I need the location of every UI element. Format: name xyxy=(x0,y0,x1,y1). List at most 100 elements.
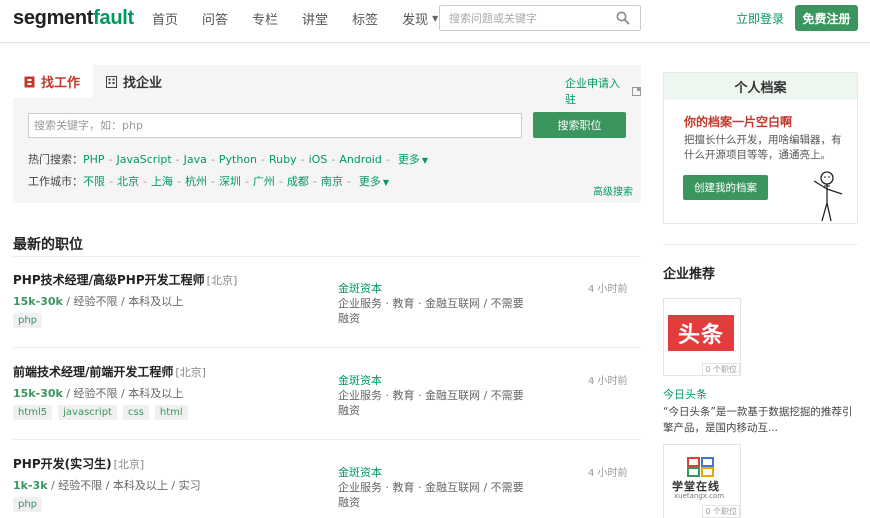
nav-discover[interactable]: 发现 ▼ xyxy=(402,0,438,36)
register-button[interactable]: 免费注册 xyxy=(795,5,858,31)
company-job-count: 0 个职位 xyxy=(702,363,740,376)
city-option-hangzhou[interactable]: 杭州 xyxy=(185,173,207,189)
hot-option-php[interactable]: PHP xyxy=(83,153,105,166)
nav-discover-label: 发现 xyxy=(402,12,429,28)
search-input[interactable] xyxy=(449,11,640,25)
profile-header: 个人档案 xyxy=(664,73,857,100)
hot-option-ruby[interactable]: Ruby xyxy=(269,153,297,166)
toutiao-logo: 头条 xyxy=(668,315,734,351)
hot-option-android[interactable]: Android xyxy=(339,153,382,166)
job-salary: 15k-30k xyxy=(13,295,63,308)
profile-card: 个人档案 你的档案一片空白啊 把擅长什么开发，用啥编辑器，有什么开源项目等等，通… xyxy=(663,72,858,224)
city-option-any[interactable]: 不限 xyxy=(83,173,105,189)
job-listing[interactable]: PHP开发(实习生) [北京] 1k-3k / 经验不限 / 本科及以上 / 实习… xyxy=(13,440,641,518)
city-more-toggle[interactable]: 更多 ▼ xyxy=(359,173,389,189)
job-tag[interactable]: html5 xyxy=(13,405,53,420)
job-industry: 企业服务 · 教育 · 金融互联网 / 不需要融资 xyxy=(338,481,524,509)
job-tag[interactable]: css xyxy=(122,405,149,420)
section-divider xyxy=(663,244,858,245)
latest-jobs-title: 最新的职位 xyxy=(13,237,83,253)
company-name[interactable]: 今日头条 xyxy=(663,386,707,402)
job-industry: 企业服务 · 教育 · 金融互联网 / 不需要融资 xyxy=(338,389,524,417)
nav-home[interactable]: 首页 xyxy=(152,0,178,36)
search-icon[interactable] xyxy=(616,11,630,25)
tab-find-job-label: 找工作 xyxy=(41,76,81,91)
tab-find-company-label: 找企业 xyxy=(123,76,163,91)
city-option-chengdu[interactable]: 成都 xyxy=(287,173,309,189)
job-keyword-input[interactable] xyxy=(28,113,522,138)
building-icon xyxy=(106,75,118,88)
top-navbar: segmentfault 首页 问答 专栏 讲堂 标签 发现▼ 立即登录 免费注… xyxy=(0,0,870,43)
city-filter-row: 工作城市： 不限 - 北京 - 上海 - 杭州 - 深圳 - 广州 - 成都 - 南京 - 更多… xyxy=(28,173,390,189)
job-requirements: / 经验不限 / 本科及以上 xyxy=(62,387,184,400)
job-tags: html5 javascript css html xyxy=(13,405,188,420)
xuetang-logo-mark xyxy=(687,457,714,477)
job-company[interactable]: 金斑资本 xyxy=(338,372,382,388)
hot-search-label: 热门搜索： xyxy=(28,153,83,166)
hot-option-javascript[interactable]: JavaScript xyxy=(117,153,172,166)
city-label: 工作城市： xyxy=(28,175,83,188)
site-logo[interactable]: segmentfault xyxy=(13,7,134,30)
nav-questions[interactable]: 问答 xyxy=(202,0,228,36)
job-location: [北京] xyxy=(206,274,238,287)
job-requirements: / 经验不限 / 本科及以上 / 实习 xyxy=(47,479,201,492)
caret-down-icon: ▼ xyxy=(432,13,439,23)
login-link[interactable]: 立即登录 xyxy=(736,10,784,27)
company-recommend-title: 企业推荐 xyxy=(663,267,716,282)
advanced-search-link[interactable]: 高级搜索 xyxy=(593,183,633,198)
nav-tags[interactable]: 标签 xyxy=(352,0,378,36)
company-logo-toutiao[interactable]: 头条 0 个职位 xyxy=(663,298,741,376)
job-industry: 企业服务 · 教育 · 金融互联网 / 不需要融资 xyxy=(338,297,524,325)
hot-more-toggle[interactable]: 更多 ▼ xyxy=(398,151,428,167)
profile-empty-desc: 把擅长什么开发，用啥编辑器，有什么开源项目等等，通通亮上。 xyxy=(684,134,842,161)
company-logo-xuetang[interactable]: 学堂在线 xuetangx.com 0 个职位 xyxy=(663,444,741,518)
create-profile-button[interactable]: 创建我的档案 xyxy=(683,175,768,200)
xuetang-logo-url: xuetangx.com xyxy=(674,492,725,500)
city-more-label: 更多 xyxy=(358,175,381,188)
briefcase-icon xyxy=(24,76,35,87)
company-job-count: 0 个职位 xyxy=(702,505,740,518)
nav-lectures[interactable]: 讲堂 xyxy=(302,0,328,36)
hot-option-ios[interactable]: iOS xyxy=(309,153,328,166)
job-tags: php xyxy=(13,497,43,512)
job-tags: php xyxy=(13,313,43,328)
job-time: 4 小时前 xyxy=(588,284,628,295)
job-time: 4 小时前 xyxy=(588,376,628,387)
caret-down-icon: ▼ xyxy=(421,156,428,165)
tab-find-company[interactable]: 找企业 xyxy=(95,65,175,98)
city-option-guangzhou[interactable]: 广州 xyxy=(253,173,275,189)
city-option-beijing[interactable]: 北京 xyxy=(117,173,139,189)
city-option-shenzhen[interactable]: 深圳 xyxy=(219,173,241,189)
job-tag[interactable]: php xyxy=(13,313,43,328)
job-search-panel: 找工作 找企业 企业申请入驻 搜索职位 热门搜索： PHP- JavaScrip… xyxy=(13,65,641,203)
job-company[interactable]: 金斑资本 xyxy=(338,280,382,296)
job-requirements: / 经验不限 / 本科及以上 xyxy=(62,295,184,308)
tab-find-job[interactable]: 找工作 xyxy=(13,65,94,98)
hot-option-python[interactable]: Python xyxy=(219,153,257,166)
job-location: [北京] xyxy=(113,458,145,471)
main-nav: 首页 问答 专栏 讲堂 标签 发现 ▼ xyxy=(152,0,462,36)
company-apply-link[interactable]: 企业申请入驻 xyxy=(565,75,641,107)
nav-columns[interactable]: 专栏 xyxy=(252,0,278,36)
job-location: [北京] xyxy=(175,366,206,379)
job-listing[interactable]: PHP技术经理/高级PHP开发工程师 [北京] 15k-30k / 经验不限 / … xyxy=(13,256,641,348)
profile-empty-title: 你的档案一片空白啊 xyxy=(684,115,793,129)
company-apply-label: 企业申请入驻 xyxy=(565,77,620,106)
job-tag[interactable]: php xyxy=(13,497,43,512)
search-jobs-button[interactable]: 搜索职位 xyxy=(533,112,626,138)
job-tag[interactable]: html xyxy=(154,405,188,420)
site-search xyxy=(439,5,641,31)
job-tag[interactable]: javascript xyxy=(58,405,117,420)
job-salary: 15k-30k xyxy=(13,387,63,400)
job-title[interactable]: 前端技术经理/前端开发工程师 xyxy=(13,365,173,379)
company-desc: “今日头条”是一款基于数据挖掘的推荐引擎产品，是国内移动互... xyxy=(663,406,853,434)
job-time: 4 小时前 xyxy=(588,468,628,479)
job-title[interactable]: PHP开发(实习生) xyxy=(13,457,112,471)
hot-more-label: 更多 xyxy=(397,153,420,166)
city-option-shanghai[interactable]: 上海 xyxy=(151,173,173,189)
city-option-nanjing[interactable]: 南京 xyxy=(321,173,343,189)
job-listing[interactable]: 前端技术经理/前端开发工程师 [北京] 15k-30k / 经验不限 / 本科及以… xyxy=(13,348,641,440)
job-company[interactable]: 金斑资本 xyxy=(338,464,382,480)
hot-option-java[interactable]: Java xyxy=(184,153,207,166)
job-title[interactable]: PHP技术经理/高级PHP开发工程师 xyxy=(13,273,205,287)
